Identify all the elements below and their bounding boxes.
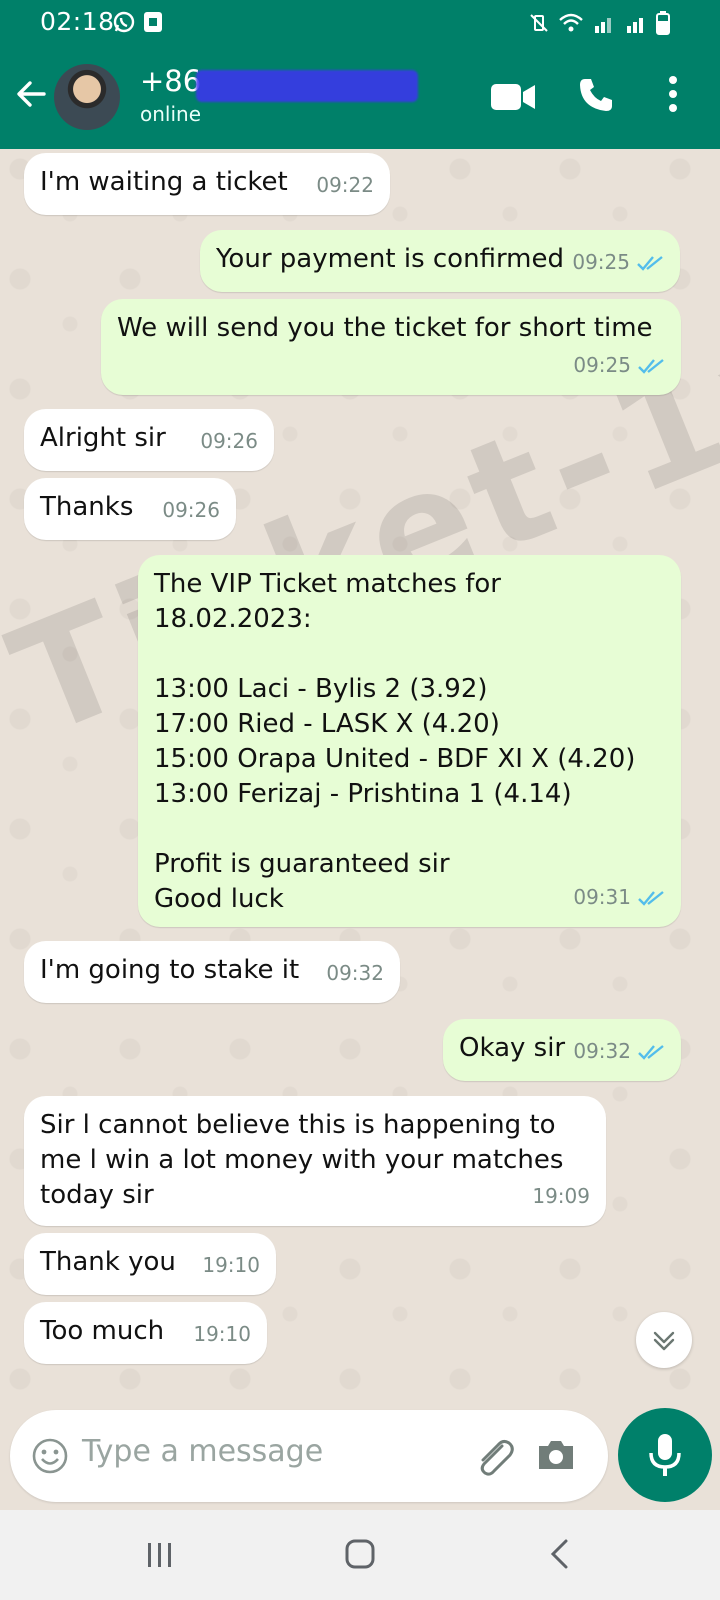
back-arrow-icon[interactable] xyxy=(14,76,50,112)
message-text: Alright sir xyxy=(40,423,166,453)
redacted-name-block xyxy=(196,70,418,102)
voice-call-icon[interactable] xyxy=(577,76,615,114)
status-icons-left xyxy=(113,11,163,33)
voice-message-button[interactable] xyxy=(618,1408,712,1502)
message-meta: 09:26 xyxy=(162,493,220,528)
whatsapp-icon xyxy=(113,11,135,33)
microphone-icon xyxy=(649,1434,681,1476)
video-call-icon[interactable] xyxy=(490,82,536,112)
paperclip-icon[interactable] xyxy=(472,1436,516,1478)
message-incoming[interactable]: Thanks 09:26 xyxy=(24,478,236,540)
message-text: The VIP Ticket matches for 18.02.2023: 1… xyxy=(154,569,636,914)
message-meta: 09:32 xyxy=(573,1034,665,1069)
message-text: Sir l cannot believe this is happening t… xyxy=(40,1110,564,1210)
message-time: 19:10 xyxy=(193,1322,251,1346)
message-time: 09:32 xyxy=(573,1039,631,1063)
message-composer[interactable]: Type a message xyxy=(10,1410,608,1502)
emoji-icon[interactable] xyxy=(32,1438,68,1474)
message-meta: 09:25 xyxy=(573,348,665,383)
message-incoming[interactable]: Alright sir 09:26 xyxy=(24,409,274,471)
message-meta: 09:25 xyxy=(572,245,664,280)
message-outgoing[interactable]: We will send you the ticket for short ti… xyxy=(101,299,681,395)
message-outgoing[interactable]: Okay sir 09:32 xyxy=(443,1019,681,1081)
message-text: Okay sir xyxy=(459,1033,566,1063)
message-time: 09:31 xyxy=(573,885,631,909)
message-text: Too much xyxy=(40,1316,165,1346)
mute-vibrate-icon xyxy=(530,14,548,32)
camera-icon[interactable] xyxy=(536,1438,576,1472)
message-time: 09:26 xyxy=(200,429,258,453)
message-outgoing[interactable]: Your payment is confirmed 09:25 xyxy=(200,230,680,292)
message-incoming[interactable]: Too much 19:10 xyxy=(24,1302,267,1364)
message-time: 09:26 xyxy=(162,498,220,522)
contact-status: online xyxy=(140,102,202,126)
message-meta: 09:32 xyxy=(326,956,384,991)
message-input[interactable]: Type a message xyxy=(82,1434,323,1469)
read-double-tick-icon xyxy=(638,890,664,906)
notification-box-icon xyxy=(144,12,162,32)
message-incoming[interactable]: I'm waiting a ticket 09:22 xyxy=(24,153,390,215)
signal-r2-icon xyxy=(627,18,643,33)
message-meta: 09:31 xyxy=(573,880,665,915)
home-icon[interactable] xyxy=(344,1538,376,1570)
message-time: 09:22 xyxy=(316,173,374,197)
message-incoming[interactable]: I'm going to stake it 09:32 xyxy=(24,941,400,1003)
signal-r-icon xyxy=(595,18,611,33)
nav-back-icon[interactable] xyxy=(548,1538,572,1570)
read-double-tick-icon xyxy=(638,1044,664,1060)
message-meta: 09:22 xyxy=(316,168,374,203)
message-time: 19:09 xyxy=(532,1184,590,1208)
message-text: Your payment is confirmed xyxy=(216,244,565,274)
message-outgoing-ticket[interactable]: The VIP Ticket matches for 18.02.2023: 1… xyxy=(138,555,681,927)
battery-icon xyxy=(656,11,670,35)
status-time: 02:18 xyxy=(40,7,115,36)
status-icons-right xyxy=(528,11,670,35)
contact-avatar[interactable] xyxy=(54,64,120,130)
message-meta: 19:10 xyxy=(202,1248,260,1283)
chat-header: +86 online xyxy=(0,44,720,149)
message-text: We will send you the ticket for short ti… xyxy=(117,313,653,343)
message-meta: 09:26 xyxy=(200,424,258,459)
more-options-icon[interactable] xyxy=(668,74,678,114)
message-incoming[interactable]: Sir l cannot believe this is happening t… xyxy=(24,1096,606,1226)
read-double-tick-icon xyxy=(637,255,663,271)
message-text: Thanks xyxy=(40,492,134,522)
read-double-tick-icon xyxy=(638,358,664,374)
message-time: 09:32 xyxy=(326,961,384,985)
message-time: 09:25 xyxy=(572,250,630,274)
message-text: I'm waiting a ticket xyxy=(40,167,288,197)
system-navigation-bar xyxy=(0,1510,720,1600)
message-time: 19:10 xyxy=(202,1253,260,1277)
scroll-to-bottom-button[interactable] xyxy=(636,1312,692,1368)
message-meta: 19:10 xyxy=(193,1317,251,1352)
recent-apps-icon[interactable] xyxy=(145,1540,175,1570)
double-chevron-down-icon xyxy=(653,1331,675,1351)
message-meta: 19:09 xyxy=(532,1179,590,1214)
message-time: 09:25 xyxy=(573,353,631,377)
contact-name[interactable]: +86 xyxy=(140,64,201,98)
chat-area[interactable]: Ticket-1x2 I'm waiting a ticket 09:22 Yo… xyxy=(0,149,720,1409)
message-text: I'm going to stake it xyxy=(40,955,300,985)
message-text: Thank you xyxy=(40,1247,176,1277)
status-bar: 02:18 xyxy=(0,0,720,44)
message-incoming[interactable]: Thank you 19:10 xyxy=(24,1233,276,1295)
wifi-icon xyxy=(559,13,583,32)
